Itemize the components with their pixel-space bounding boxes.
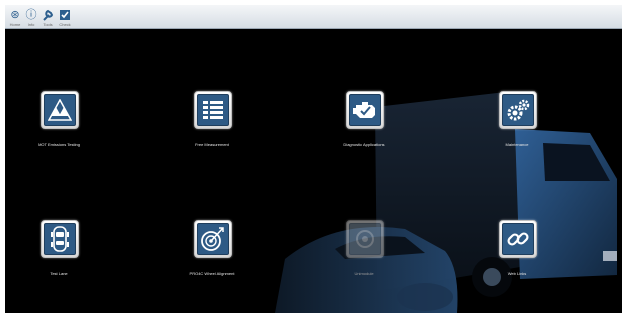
tile-diagnostic-applications[interactable]: [346, 91, 384, 129]
tile-test-lane[interactable]: [41, 220, 79, 258]
tile-label-diagnostic: Diagnostic Applications: [343, 142, 385, 147]
unimodule-icon: [349, 223, 381, 255]
home-icon[interactable]: ⊛: [8, 8, 22, 22]
tile-label-mot: MOT Emissions Testing: [38, 142, 80, 147]
list-icon: [197, 94, 229, 126]
link-icon: [502, 223, 534, 255]
engine-icon: [349, 94, 381, 126]
gears-icon: [502, 94, 534, 126]
tile-maintenance[interactable]: [499, 91, 537, 129]
tile-pro4c-wheel-alignment[interactable]: [194, 220, 232, 258]
tile-label-free-measurement: Free Measurement: [195, 142, 229, 147]
tile-label-wheel-alignment: PRO4C Wheel Alignment: [189, 271, 235, 276]
tile-label-test-lane: Test Lane: [50, 271, 68, 276]
warning-triangles-icon: [44, 94, 76, 126]
info-icon[interactable]: ⓘ: [24, 8, 38, 22]
tile-mot-emissions-testing[interactable]: [41, 91, 79, 129]
top-toolbar: ⊛ Home ⓘ Info Tools Check: [5, 5, 622, 29]
tile-unimodule[interactable]: [346, 220, 384, 258]
tile-label-unimodule: Unimodule: [354, 271, 374, 276]
wheel-alignment-icon: [197, 223, 229, 255]
app-screen: ⊛ Home ⓘ Info Tools Check MOT Emissions …: [5, 5, 622, 313]
toolbar-label-home: Home: [9, 22, 21, 27]
wrench-icon[interactable]: [41, 8, 55, 22]
toolbar-label-tools: Tools: [43, 22, 53, 27]
car-topview-icon: [44, 223, 76, 255]
tile-web-links[interactable]: [499, 220, 537, 258]
toolbar-label-check: Check: [59, 22, 71, 27]
tile-label-maintenance: Maintenance: [505, 142, 529, 147]
toolbar-label-info: Info: [27, 22, 35, 27]
tile-free-measurement[interactable]: [194, 91, 232, 129]
checkbox-icon[interactable]: [58, 8, 72, 22]
tile-label-web-links: Web Links: [507, 271, 527, 276]
